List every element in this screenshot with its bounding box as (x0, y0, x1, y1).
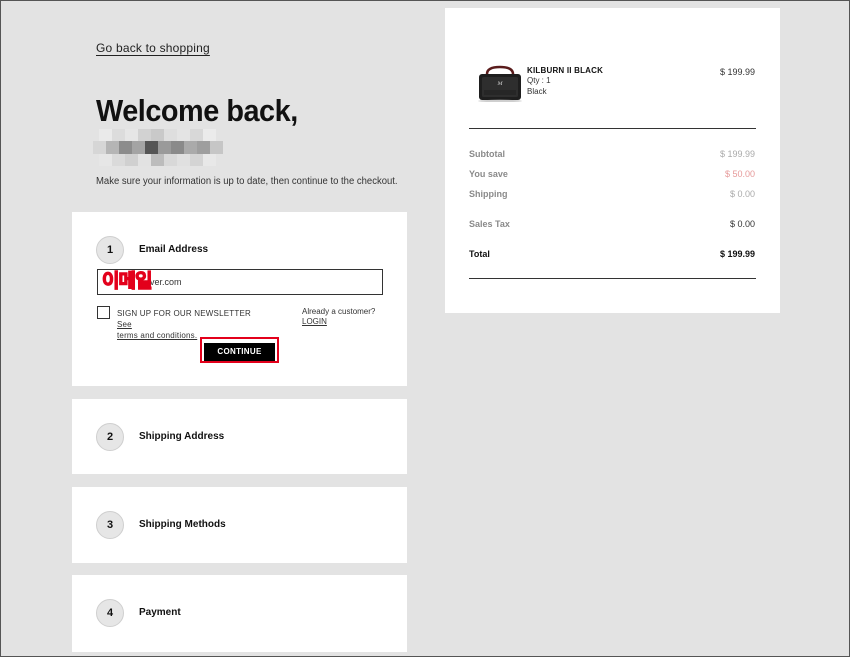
payment-step-title: Payment (139, 607, 181, 618)
shipping-methods-step-card[interactable]: 3 Shipping Methods (72, 487, 407, 563)
svg-text:M: M (496, 81, 503, 87)
step-number-2: 2 (96, 423, 124, 451)
email-step-title: Email Address (139, 244, 209, 255)
total-value: $ 199.99 (719, 249, 755, 259)
login-link[interactable]: LOGIN (302, 317, 327, 326)
product-price: $ 199.99 (719, 67, 755, 77)
back-to-shopping-link[interactable]: Go back to shopping (96, 41, 210, 55)
sales-tax-value: $ 0.00 (729, 219, 755, 229)
redacted-name (93, 129, 224, 167)
newsletter-checkbox[interactable] (97, 306, 110, 319)
shipping-address-step-card[interactable]: 2 Shipping Address (72, 399, 407, 474)
already-customer-text: Already a customer? (302, 307, 376, 316)
you-save-label: You save (469, 169, 508, 179)
subtotal-label: Subtotal (469, 149, 505, 159)
step-number-4: 4 (96, 599, 124, 627)
continue-button-highlight: CONTINUE (200, 337, 279, 363)
shipping-value: $ 0.00 (729, 189, 755, 199)
intro-text: Make sure your information is up to date… (96, 176, 398, 187)
email-overlay-label: 이메일 (101, 269, 153, 292)
total-label: Total (469, 249, 490, 259)
continue-button[interactable]: CONTINUE (204, 342, 275, 361)
summary-divider-bottom (469, 278, 756, 279)
product-name: KILBURN II BLACK (527, 66, 604, 75)
subtotal-value: $ 199.99 (719, 149, 755, 159)
you-save-value: $ 50.00 (724, 169, 755, 179)
summary-divider-top (469, 128, 756, 129)
sales-tax-label: Sales Tax (469, 219, 510, 229)
payment-step-card[interactable]: 4 Payment (72, 575, 407, 652)
shipping-methods-step-title: Shipping Methods (139, 519, 226, 530)
step-number-3: 3 (96, 511, 124, 539)
see-terms-link[interactable]: See (117, 320, 132, 329)
newsletter-prefix: SIGN UP FOR OUR NEWSLETTER (117, 309, 251, 318)
product-qty: Qty : 1 (527, 76, 551, 85)
product-color: Black (527, 87, 547, 96)
shipping-address-step-title: Shipping Address (139, 431, 225, 442)
terms-conditions-link[interactable]: terms and conditions. (117, 331, 197, 340)
order-summary: M KILBURN II BLACK Qty : 1 Black $ 199.9… (445, 8, 780, 313)
step-number-1: 1 (96, 236, 124, 264)
email-step-card: 1 Email Address 이메일 SIGN UP FOR OUR NEWS… (72, 212, 407, 386)
welcome-heading: Welcome back, (96, 93, 298, 128)
shipping-label: Shipping (469, 189, 508, 199)
speaker-product-image: M (478, 65, 522, 102)
